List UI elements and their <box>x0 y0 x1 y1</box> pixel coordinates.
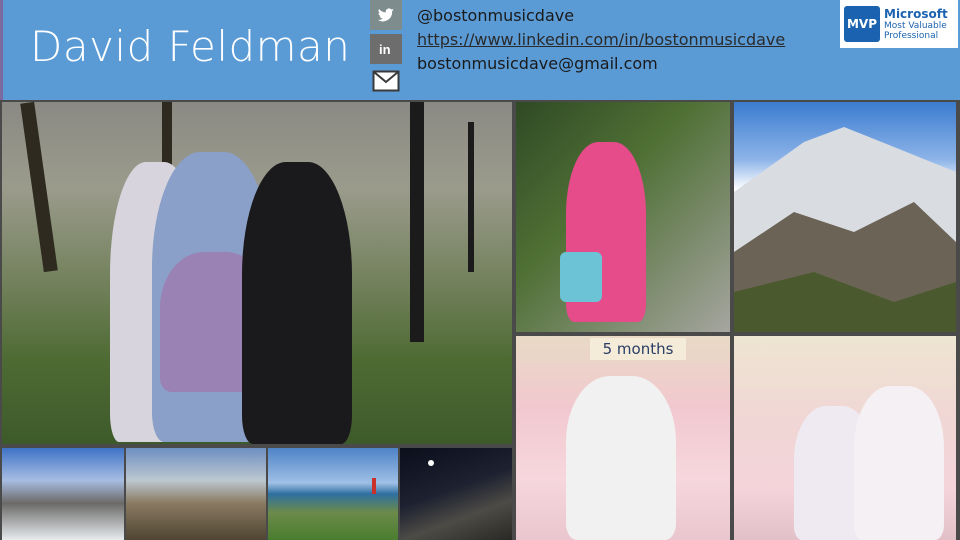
snowy-peak-photo <box>2 448 124 540</box>
header-banner: David Feldman in @bostonmusicdave https:… <box>0 0 960 100</box>
months-sign: 5 months <box>590 338 686 360</box>
baby-figure <box>566 376 676 540</box>
twitter-handle[interactable]: @bostonmusicdave <box>417 4 785 28</box>
mvp-text: Microsoft Most Valuable Professional <box>884 6 948 41</box>
lunchbox <box>560 252 602 302</box>
svg-text:in: in <box>379 42 391 56</box>
mail-icon[interactable] <box>370 66 402 96</box>
girl-flowers-photo <box>516 102 730 332</box>
social-icons: in <box>370 0 402 96</box>
mvp-line3: Professional <box>884 30 939 41</box>
mvp-badge-icon: MVP <box>844 6 880 42</box>
mvp-line1: Microsoft <box>884 6 948 21</box>
lamp-post <box>468 122 474 272</box>
moon-icon <box>428 460 434 466</box>
girl-figure <box>854 386 944 540</box>
night-cliff-photo <box>400 448 512 540</box>
baby-5-months-photo: 5 months <box>516 336 730 540</box>
siblings-photo <box>734 336 956 540</box>
lighthouse-coast-photo <box>268 448 398 540</box>
linkedin-icon[interactable]: in <box>370 34 402 64</box>
summit-photo <box>126 448 266 540</box>
linkedin-link[interactable]: https://www.linkedin.com/in/bostonmusicd… <box>417 28 785 52</box>
email-address[interactable]: bostonmusicdave@gmail.com <box>417 52 785 76</box>
lighthouse-icon <box>372 478 376 494</box>
mvp-logo: MVP Microsoft Most Valuable Professional <box>840 0 958 48</box>
mother-figure <box>242 162 352 444</box>
contact-block: @bostonmusicdave https://www.linkedin.co… <box>417 4 785 76</box>
lamp-post <box>410 102 424 342</box>
twitter-icon[interactable] <box>370 0 402 30</box>
tree-trunk <box>20 102 58 273</box>
presenter-name: David Feldman <box>30 22 351 71</box>
header-accent-bar <box>0 0 3 100</box>
mountain-photo <box>734 102 956 332</box>
mvp-line2: Most Valuable <box>884 20 947 31</box>
family-photo <box>2 102 512 444</box>
mountain-shape <box>734 127 956 332</box>
